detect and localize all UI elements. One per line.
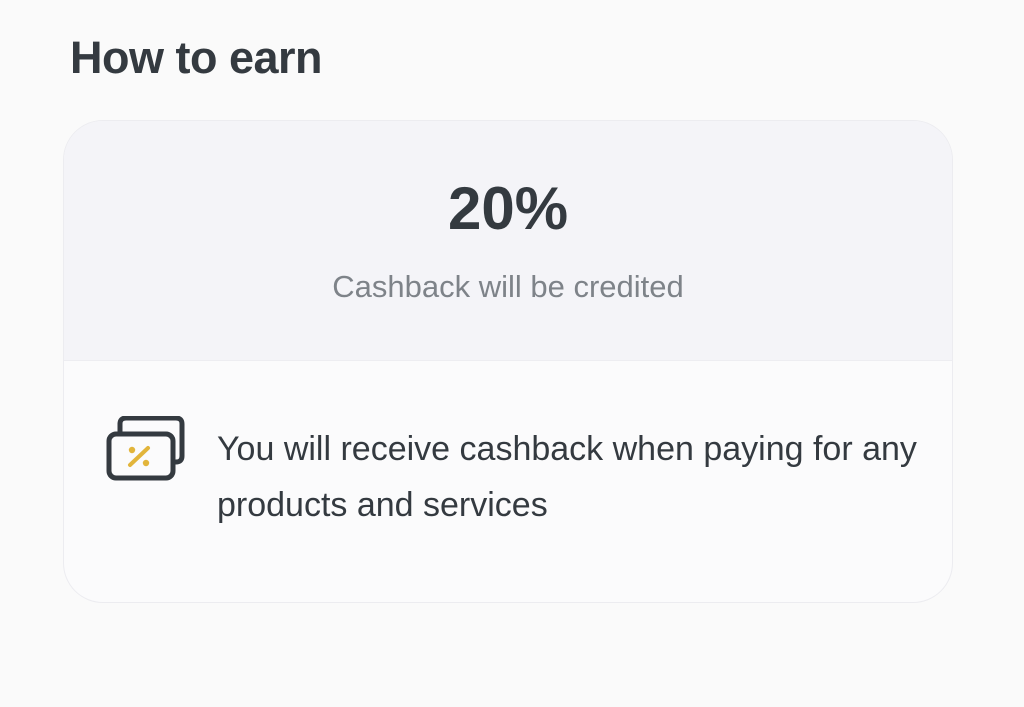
cashback-rate-section: 20% Cashback will be credited [64,121,952,361]
cashback-card: 20% Cashback will be credited You will r… [63,120,953,603]
cashback-card-icon [106,416,186,486]
page-title: How to earn [70,32,323,83]
cashback-description: You will receive cashback when paying fo… [217,430,917,524]
cashback-rate: 20% [447,175,569,242]
cashback-rate-caption: Cashback will be credited [332,269,684,304]
cashback-info-section: You will receive cashback when paying fo… [64,361,952,602]
